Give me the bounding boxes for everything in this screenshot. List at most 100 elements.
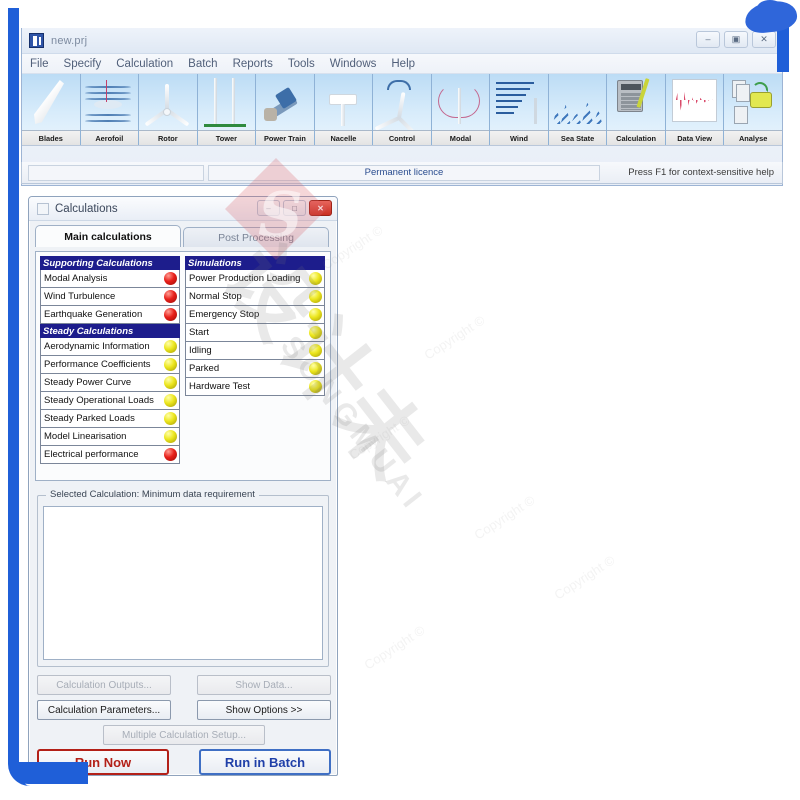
toolbar-label-aerofoil: Aerofoil	[80, 130, 139, 145]
status-licence: Permanent licence	[208, 164, 600, 181]
dialog-minimize-button[interactable]: –	[257, 200, 280, 216]
toolbar: Blades Aerofoil Rotor Tower Power Train …	[22, 74, 782, 146]
minimize-icon: –	[266, 203, 271, 213]
menu-reports[interactable]: Reports	[233, 58, 273, 70]
list-item[interactable]: Model Linearisation	[40, 428, 180, 446]
watermark-copyright: Copyright ©	[346, 412, 413, 463]
selected-calculation-groupbox: Selected Calculation: Minimum data requi…	[37, 489, 329, 667]
list-item[interactable]: Electrical performance	[40, 446, 180, 464]
calculation-parameters-button[interactable]: Calculation Parameters...	[37, 700, 171, 720]
list-item[interactable]: Modal Analysis	[40, 270, 180, 288]
list-item[interactable]: Normal Stop	[185, 288, 325, 306]
list-item-label: Emergency Stop	[189, 309, 260, 320]
groupbox-legend: Selected Calculation: Minimum data requi…	[46, 489, 259, 500]
tower-icon	[198, 74, 256, 130]
list-item-label: Hardware Test	[189, 381, 251, 392]
calculation-outputs-button[interactable]: Calculation Outputs...	[37, 675, 171, 695]
minimize-icon: –	[705, 34, 711, 44]
toolbar-button-calculation[interactable]: Calculation	[607, 74, 666, 145]
title-bar: new.prj – ▣ ✕	[22, 28, 782, 54]
toolbar-button-sea-state[interactable]: Sea State	[548, 74, 608, 145]
status-lamp-yellow-icon	[164, 430, 177, 443]
toolbar-label-tower: Tower	[197, 130, 256, 145]
power-train-icon	[256, 74, 314, 130]
toolbar-button-power-train[interactable]: Power Train	[256, 74, 315, 145]
toolbar-label-blades: Blades	[22, 130, 80, 145]
toolbar-label-nacelle: Nacelle	[314, 130, 373, 145]
dialog-title: Calculations	[55, 202, 118, 215]
supporting-and-steady-list: Supporting Calculations Modal Analysis W…	[40, 256, 180, 480]
toolbar-button-analyse[interactable]: Analyse	[724, 74, 782, 145]
toolbar-label-analyse: Analyse	[724, 130, 782, 145]
status-lamp-yellow-icon	[309, 290, 322, 303]
list-item[interactable]: Steady Operational Loads	[40, 392, 180, 410]
list-item[interactable]: Hardware Test	[185, 378, 325, 396]
status-lamp-yellow-icon	[164, 358, 177, 371]
button-row-3: Multiple Calculation Setup...	[37, 725, 331, 745]
window-title: new.prj	[51, 34, 88, 47]
status-left-pane	[28, 164, 204, 181]
close-icon: ✕	[317, 203, 324, 213]
list-item[interactable]: Start	[185, 324, 325, 342]
list-item[interactable]: Steady Parked Loads	[40, 410, 180, 428]
status-bar: Permanent licence Press F1 for context-s…	[21, 162, 783, 184]
menu-specify[interactable]: Specify	[64, 58, 102, 70]
dialog-maximize-button[interactable]: □	[283, 200, 306, 216]
menu-bar: File Specify Calculation Batch Reports T…	[22, 54, 782, 74]
restore-icon: ▣	[731, 34, 741, 44]
menu-windows[interactable]: Windows	[330, 58, 377, 70]
toolbar-button-control[interactable]: Control	[373, 74, 432, 145]
list-item[interactable]: Wind Turbulence	[40, 288, 180, 306]
list-item[interactable]: Power Production Loading	[185, 270, 325, 288]
toolbar-button-data-view[interactable]: Data View	[665, 74, 725, 145]
list-item-label: Wind Turbulence	[44, 291, 116, 302]
status-lamp-yellow-icon	[164, 340, 177, 353]
menu-calculation[interactable]: Calculation	[116, 58, 173, 70]
close-button[interactable]: ✕	[752, 31, 776, 48]
marker-bottom-left-stroke	[10, 762, 88, 784]
toolbar-button-rotor[interactable]: Rotor	[139, 74, 198, 145]
toolbar-button-blades[interactable]: Blades	[22, 74, 81, 145]
list-item[interactable]: Aerodynamic Information	[40, 338, 180, 356]
dialog-close-button[interactable]: ✕	[309, 200, 332, 216]
button-row-1: Calculation Outputs... Show Data...	[37, 675, 331, 695]
tab-post-processing[interactable]: Post Processing	[183, 227, 329, 247]
list-item[interactable]: Performance Coefficients	[40, 356, 180, 374]
show-options-button[interactable]: Show Options >>	[197, 700, 331, 720]
menu-batch[interactable]: Batch	[188, 58, 217, 70]
status-lamp-yellow-icon	[309, 326, 322, 339]
list-item[interactable]: Steady Power Curve	[40, 374, 180, 392]
list-item-label: Modal Analysis	[44, 273, 108, 284]
menu-tools[interactable]: Tools	[288, 58, 315, 70]
list-item[interactable]: Parked	[185, 360, 325, 378]
status-lamp-red-icon	[164, 448, 177, 461]
button-row-2: Calculation Parameters... Show Options >…	[37, 700, 331, 720]
menu-help[interactable]: Help	[391, 58, 415, 70]
menu-file[interactable]: File	[30, 58, 49, 70]
minimize-button[interactable]: –	[696, 31, 720, 48]
window-controls: – ▣ ✕	[696, 31, 776, 48]
list-item-label: Steady Operational Loads	[44, 395, 154, 406]
run-in-batch-button[interactable]: Run in Batch	[199, 749, 331, 775]
multiple-calculation-setup-button[interactable]: Multiple Calculation Setup...	[103, 725, 265, 745]
toolbar-button-tower[interactable]: Tower	[197, 74, 257, 145]
data-view-icon	[666, 74, 724, 130]
toolbar-button-aerofoil[interactable]: Aerofoil	[80, 74, 140, 145]
show-data-button[interactable]: Show Data...	[197, 675, 331, 695]
aerofoil-icon	[81, 74, 139, 130]
toolbar-button-modal[interactable]: Modal	[431, 74, 491, 145]
list-item[interactable]: Idling	[185, 342, 325, 360]
status-lamp-yellow-icon	[309, 380, 322, 393]
control-icon	[373, 74, 431, 130]
list-item[interactable]: Earthquake Generation	[40, 306, 180, 324]
list-item-label: Idling	[189, 345, 212, 356]
restore-button[interactable]: ▣	[724, 31, 748, 48]
toolbar-label-rotor: Rotor	[139, 130, 197, 145]
marker-top-right-tip	[757, 0, 783, 16]
list-item[interactable]: Emergency Stop	[185, 306, 325, 324]
toolbar-button-nacelle[interactable]: Nacelle	[314, 74, 374, 145]
tab-main-calculations[interactable]: Main calculations	[35, 225, 181, 247]
toolbar-button-wind[interactable]: Wind	[490, 74, 549, 145]
list-item-label: Aerodynamic Information	[44, 341, 150, 352]
list-header-simulations: Simulations	[185, 256, 325, 270]
